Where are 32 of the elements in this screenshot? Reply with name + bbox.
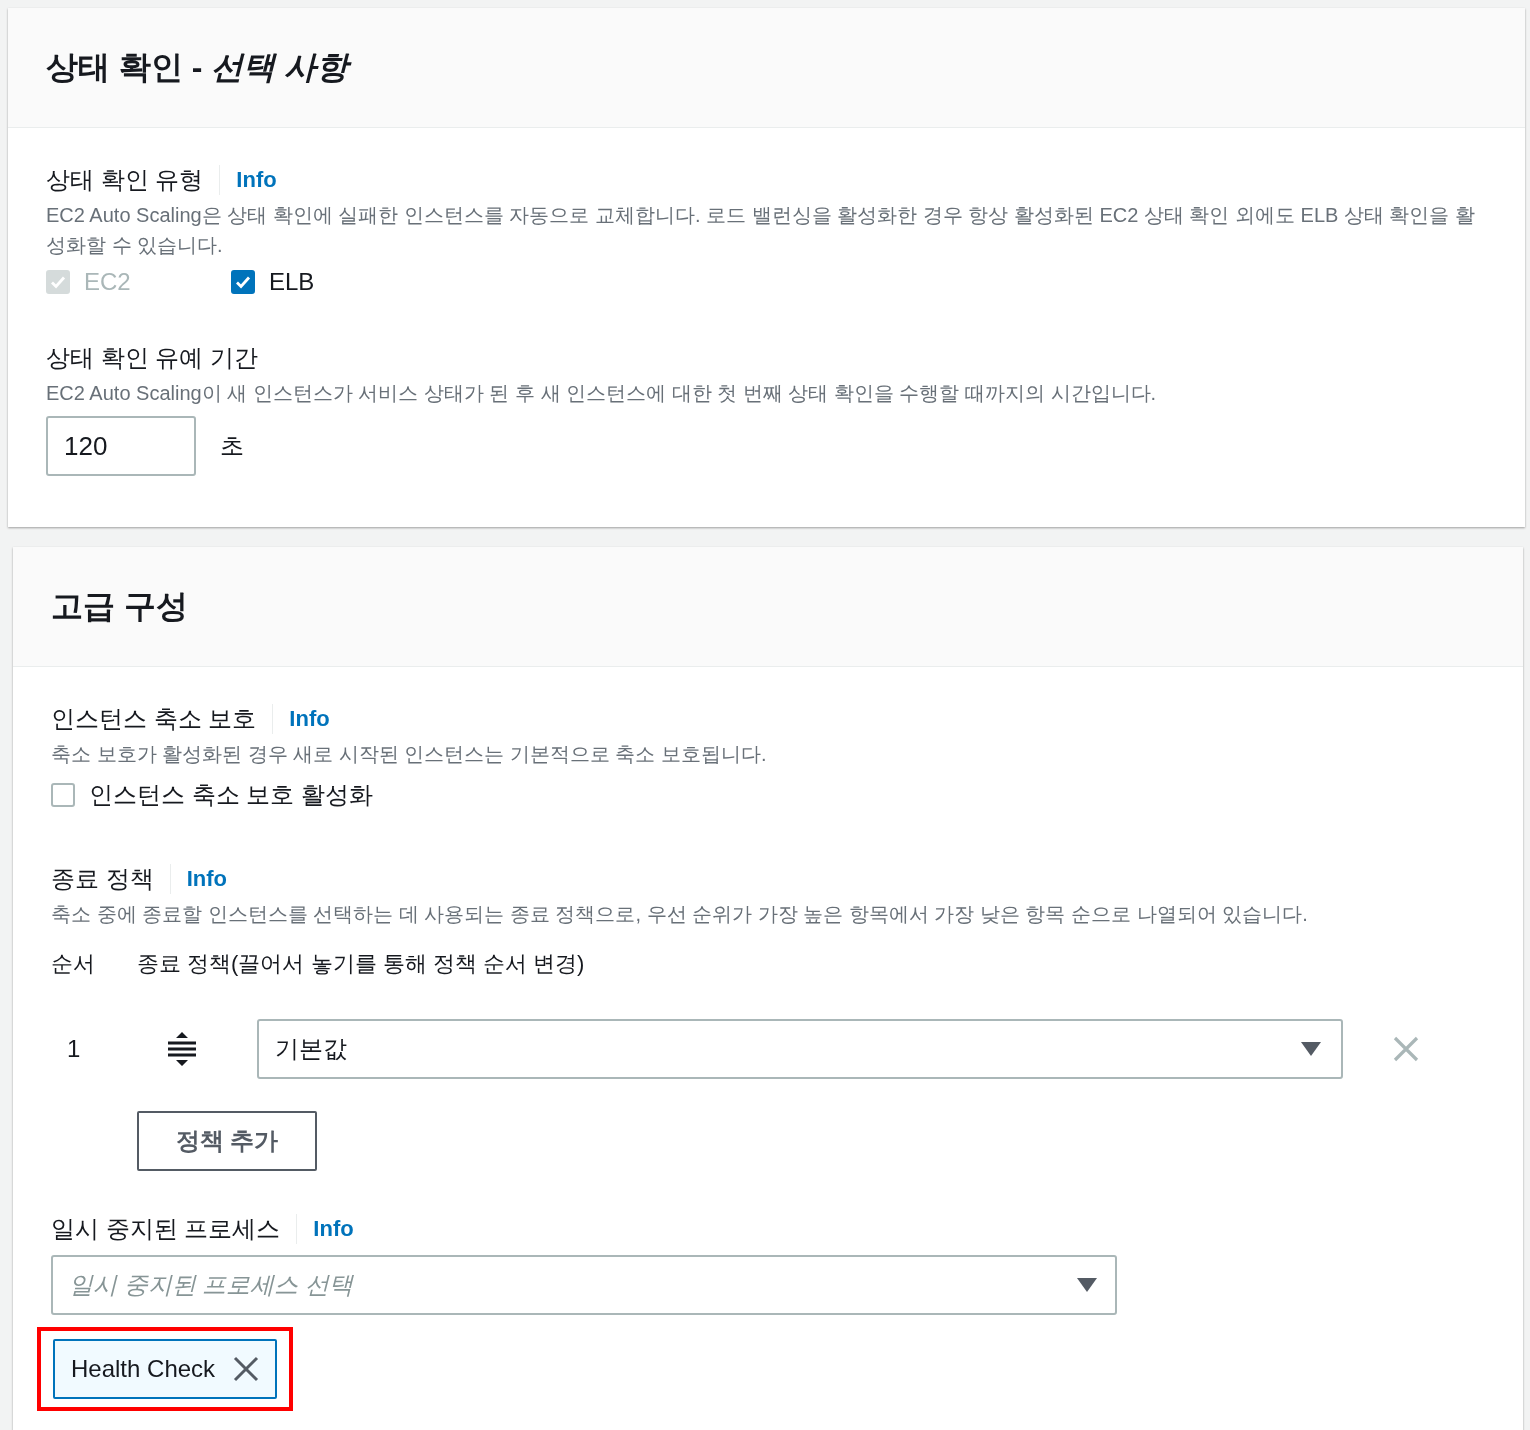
checkbox[interactable] bbox=[51, 783, 75, 807]
column-header: 순서 bbox=[51, 950, 96, 978]
info-link[interactable]: Info bbox=[220, 167, 277, 193]
field-description: EC2 Auto Scaling은 상태 확인에 실패한 인스턴스를 자동으로 교체합니다. 로드 밸런싱을 활성화한 경우 항상 활성화된 EC2 상태 확인 외에도 ELB 상태 확인을 활성화할 수 있습니다. bbox=[46, 203, 1477, 258]
checkbox-label: ELB bbox=[269, 268, 315, 296]
field-description: 축소 보호가 활성화된 경우 새로 시작된 인스턴스는 기본적으로 축소 보호됩니다. bbox=[51, 742, 768, 767]
info-link[interactable]: Info bbox=[297, 1216, 354, 1242]
info-link[interactable]: Info bbox=[273, 706, 330, 732]
order-number: 1 bbox=[66, 1035, 82, 1063]
checkbox-label: 인스턴스 축소 보호 활성화 bbox=[89, 780, 373, 810]
process-select[interactable]: 일시 중지된 프로세스 선택 bbox=[51, 1255, 1117, 1315]
field-description: EC2 Auto Scaling이 새 인스턴스가 서비스 상태가 된 후 새 인스턴스에 대한 첫 번째 상태 확인을 수행할 때까지의 시간입니다. bbox=[46, 381, 1158, 406]
checkbox[interactable] bbox=[231, 270, 255, 294]
field-label: 상태 확인 유예 기간 bbox=[46, 343, 259, 373]
policy-select[interactable]: 기본값 bbox=[257, 1019, 1343, 1079]
number-field[interactable]: 120 bbox=[46, 416, 196, 476]
drag-handle-icon[interactable] bbox=[167, 1031, 197, 1067]
panel-title: 고급 구성 bbox=[51, 586, 188, 626]
field-label: 일시 중지된 프로세스 bbox=[51, 1214, 298, 1244]
add-policy-button[interactable]: 정책 추가 bbox=[137, 1111, 317, 1171]
token-label: Health Check bbox=[71, 1355, 216, 1383]
unit-label: 초 bbox=[220, 431, 244, 461]
column-header: 종료 정책(끌어서 놓기를 통해 정책 순서 변경) bbox=[137, 950, 585, 978]
caret-icon bbox=[1301, 1042, 1321, 1056]
checkbox-label: EC2 bbox=[84, 268, 131, 296]
info-link[interactable]: Info bbox=[170, 866, 227, 892]
field-label: 종료 정책 bbox=[51, 864, 171, 894]
close-icon[interactable] bbox=[233, 1356, 260, 1382]
caret-icon bbox=[1077, 1278, 1097, 1292]
field-label: 인스턴스 축소 보호 bbox=[51, 704, 274, 734]
field-label: 상태 확인 유형 bbox=[46, 165, 221, 195]
field-description: 축소 중에 종료할 인스턴스를 선택하는 데 사용되는 종료 정책으로, 우선 순위가 가장 높은 항목에서 가장 낮은 항목 순으로 나열되어 있습니다. bbox=[51, 902, 1309, 927]
